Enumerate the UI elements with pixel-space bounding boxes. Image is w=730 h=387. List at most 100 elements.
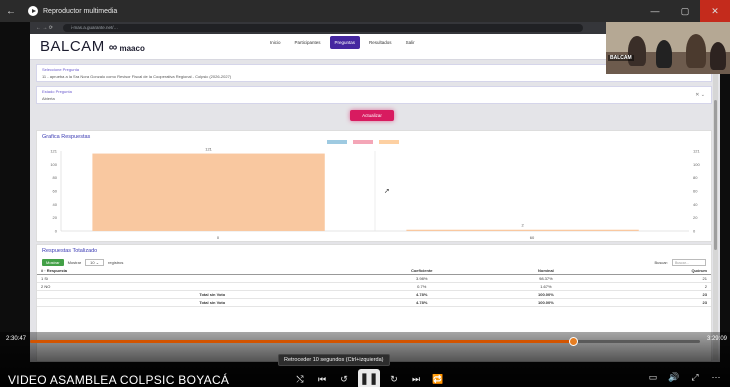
participant-figure (628, 36, 646, 66)
page-scrollbar[interactable] (713, 60, 718, 360)
volume-icon[interactable]: 🔊 (666, 369, 682, 385)
rewind-10-icon[interactable]: ↺ (336, 371, 352, 387)
records-label: registros (108, 259, 124, 265)
row-cell: 2 NO (37, 282, 196, 291)
menu-item-resultados[interactable]: Resultados (364, 36, 397, 49)
export-button[interactable]: Mostrar (42, 258, 64, 266)
balcam-logo: BALCAM (40, 38, 105, 55)
col-nominal[interactable]: Nominal (490, 267, 602, 275)
y-tick-label: 20 (693, 215, 698, 220)
total-nominal: 100.00% (490, 290, 602, 299)
pause-icon[interactable]: ❚❚ (358, 369, 380, 387)
total-coef: 4.78% (352, 290, 491, 299)
shuffle-icon[interactable]: ⤭ (292, 371, 308, 387)
y-tick-label: 100 (50, 162, 57, 167)
bar-chart: 0 0 20 20 40 40 60 60 80 80 100 100 121 121 121 0 2 60 ➚ (50, 140, 700, 240)
row-answer: NO (44, 284, 51, 289)
y-tick-label: 40 (53, 202, 58, 207)
row-coef: 3.98% (352, 274, 491, 283)
next-icon[interactable]: ⏭ (408, 371, 424, 387)
menu-item-participantes[interactable]: Participantes (290, 36, 326, 49)
url-field: i-mas.a.guarante.net/… (62, 24, 583, 32)
back-arrow-icon[interactable]: ← (0, 6, 22, 17)
status-select-value: Abierta (42, 96, 55, 101)
menu-item-inicio[interactable]: Inicio (265, 36, 286, 49)
y-tick-label: 80 (693, 175, 698, 180)
menu-item-preguntas[interactable]: Preguntas (329, 36, 361, 49)
table-row: 2 NO 0.7% 1.67% 2 (37, 282, 711, 291)
seek-progress (30, 340, 573, 343)
row-nominal: 98.37% (490, 274, 602, 283)
table-controls: Mostrar Mostrar 10 ⌄ registros Buscar: B… (37, 257, 711, 267)
participant-figure (656, 40, 672, 68)
miniplayer-icon[interactable]: ▭ (645, 369, 661, 385)
bar-label: 121 (205, 147, 212, 152)
close-button[interactable]: ✕ (700, 0, 730, 22)
row-coef: 0.7% (352, 282, 491, 291)
bar (92, 153, 325, 231)
playback-controls: ⤭ ⏮ ↺ ❚❚ ↻ ⏭ 🔁 (292, 369, 446, 387)
row-nominal: 1.67% (490, 282, 602, 291)
question-select-value: 11 - aprueba a la Sra Nora Gonzalo como … (42, 74, 232, 79)
legend-swatch (379, 140, 399, 144)
previous-icon[interactable]: ⏮ (314, 371, 330, 387)
fullscreen-icon[interactable]: ⤢ (687, 369, 703, 385)
menu-item-salir[interactable]: Salir (401, 36, 420, 49)
y-tick-label: 40 (693, 202, 698, 207)
video-frame[interactable]: ← → ⟳ i-mas.a.guarante.net/… BALCAM ∞ ma… (0, 22, 730, 387)
search-label: Buscar: (654, 259, 668, 265)
total-row: Total sin Voto 4.78% 100.00% 23 (37, 290, 711, 299)
update-button[interactable]: Actualizar (350, 110, 394, 121)
col-quorum[interactable]: Quórum (601, 267, 711, 275)
col-respuesta[interactable]: # · Respuesta (37, 267, 196, 275)
y-tick-label: 121 (693, 149, 700, 154)
maaco-logo: ∞ maaco (108, 39, 145, 54)
y-tick-label: 80 (53, 175, 58, 180)
seek-handle[interactable] (568, 337, 578, 346)
total-quorum: 23 (601, 290, 711, 299)
col-coeficiente[interactable]: Coeficiente (352, 267, 491, 275)
repeat-icon[interactable]: 🔁 (430, 371, 446, 387)
webcam-label: BALCAM (608, 55, 634, 61)
main-menu: Inicio Participantes Preguntas Resultado… (265, 36, 420, 49)
row-spacer (37, 298, 196, 307)
participant-figure (686, 34, 706, 68)
total-nominal: 100.00% (490, 298, 602, 307)
window-mode-controls: ▭ 🔊 ⤢ ⋯ (645, 369, 724, 385)
search-input[interactable]: Buscar… (672, 258, 706, 266)
x-tick-label: 60 (530, 235, 535, 240)
total-coef: 4.78% (352, 298, 491, 307)
legend-swatch (353, 140, 373, 144)
total-label: Total sin Voto (195, 298, 353, 307)
scrollbar-thumb[interactable] (714, 100, 717, 250)
chevron-down-icon: ✕ ⌄ (695, 92, 705, 98)
y-tick-label: 20 (53, 215, 58, 220)
y-tick-label: 0 (55, 229, 58, 234)
status-select-label: Estado Pregunta (42, 89, 72, 94)
bar-label: 2 (521, 223, 524, 228)
status-select[interactable]: Estado Pregunta Abierta ✕ ⌄ (36, 86, 712, 104)
entries-select[interactable]: 10 ⌄ (85, 258, 105, 266)
y-tick-label: 121 (50, 149, 57, 154)
forward-30-icon[interactable]: ↻ (386, 371, 402, 387)
window-controls: — ▢ ✕ (640, 0, 730, 22)
participant-figure (710, 42, 726, 70)
nav-arrows-icon: ← → ⟳ (36, 25, 53, 31)
bar (406, 229, 639, 231)
total-time: 3:29:09 (706, 336, 727, 342)
minimize-button[interactable]: — (640, 0, 670, 22)
row-id: 2 (41, 284, 44, 289)
webcam-overlay: BALCAM (606, 22, 730, 74)
row-id: 1 (41, 276, 44, 281)
x-tick-label: 0 (217, 235, 220, 240)
seek-bar[interactable] (30, 337, 700, 346)
more-icon[interactable]: ⋯ (708, 369, 724, 385)
col-spacer (195, 267, 353, 275)
maximize-button[interactable]: ▢ (670, 0, 700, 22)
player-controls: 2:30:47 3:29:09 Retroceder 10 segundos (… (0, 332, 730, 387)
video-title: VIDEO ASAMBLEA COLPSIC BOYACÁ (8, 373, 230, 387)
table-row: 1 Sí 3.98% 98.37% 21 (37, 274, 711, 283)
media-player-icon (28, 6, 38, 16)
row-spacer (195, 282, 353, 291)
chart-card: Grafica Respuestas 0 0 20 20 40 40 60 60 80 80 100… (36, 130, 712, 242)
